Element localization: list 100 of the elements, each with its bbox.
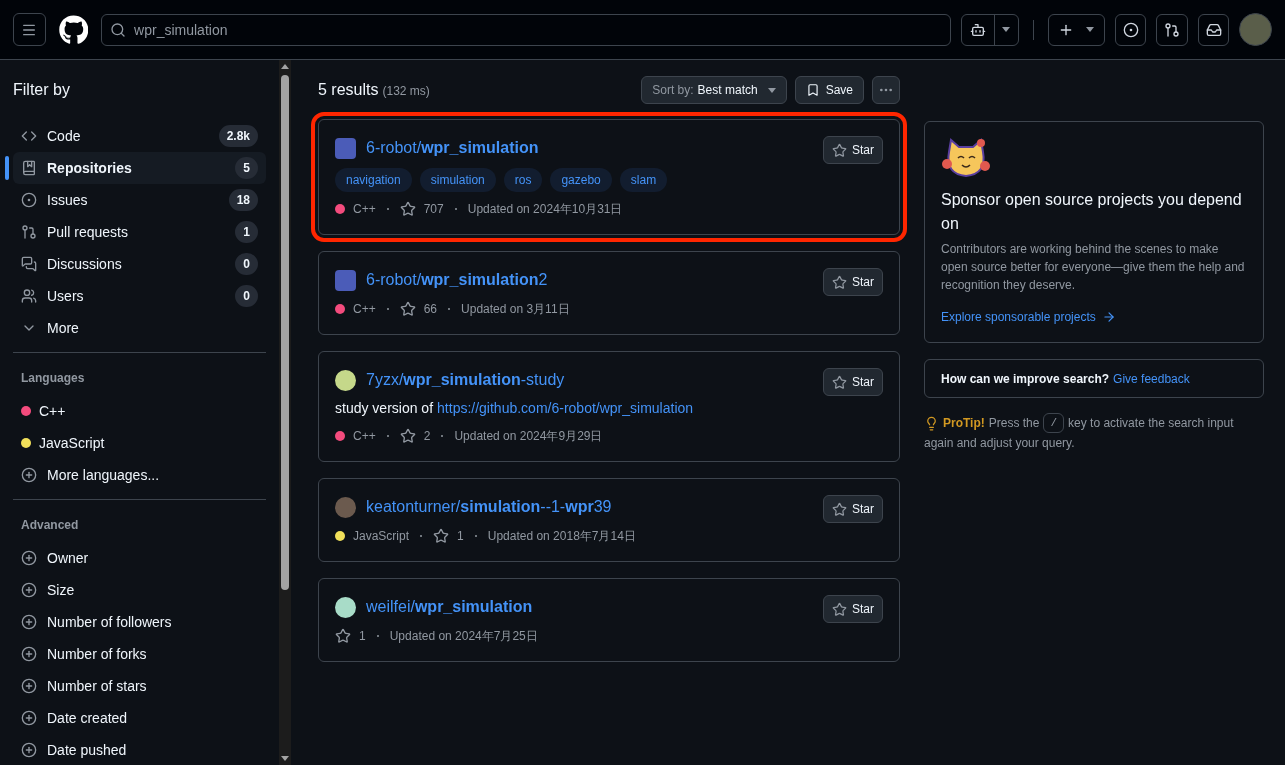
updated-date: Updated on 3月11日	[461, 301, 570, 318]
scroll-up-arrow-icon[interactable]	[281, 64, 289, 69]
scrollbar[interactable]	[279, 60, 291, 765]
plus-circle-icon	[21, 550, 37, 566]
language-label: C++	[353, 301, 376, 318]
selected-indicator	[5, 156, 9, 180]
arrow-right-icon	[1101, 310, 1116, 324]
topic-tag[interactable]: gazebo	[550, 168, 612, 192]
count-badge: 0	[235, 253, 258, 275]
issues-button[interactable]	[1114, 13, 1147, 46]
plus-circle-icon	[21, 678, 37, 694]
star-count[interactable]: 1	[359, 627, 366, 645]
star-button[interactable]: Star	[823, 368, 883, 396]
plus-circle-icon	[21, 742, 37, 758]
filter-item[interactable]: Discussions 0	[13, 248, 266, 280]
advanced-filter-item[interactable]: Number of followers	[13, 606, 266, 638]
owner-avatar	[335, 269, 356, 291]
star-button[interactable]: Star	[823, 136, 883, 164]
repository-link[interactable]: 7yzx/wpr_simulation-study	[366, 368, 565, 392]
logo-icon[interactable]	[58, 14, 89, 45]
count-badge: 18	[228, 189, 258, 211]
advanced-filter-item[interactable]: Number of forks	[13, 638, 266, 670]
star-count[interactable]: 66	[423, 300, 438, 318]
count-badge: 2.8k	[218, 125, 258, 147]
topic-tag[interactable]: slam	[619, 168, 668, 192]
star-icon	[433, 528, 450, 544]
create-button[interactable]	[1047, 13, 1105, 46]
star-icon	[399, 428, 416, 444]
filter-item[interactable]: Pull requests 1	[13, 216, 266, 248]
advanced-filter-item[interactable]: Date pushed	[13, 734, 266, 765]
updated-date: Updated on 2024年9月29日	[454, 428, 603, 445]
star-icon	[832, 274, 847, 290]
filter-item[interactable]: Users 0	[13, 280, 266, 312]
description-link[interactable]: https://github.com/6-robot/wpr_simulation	[437, 398, 694, 419]
repository-link[interactable]: 6-robot/wpr_simulation2	[366, 268, 548, 292]
sort-dropdown[interactable]: Sort by: Best match	[641, 76, 787, 104]
explore-link[interactable]: Explore sponsorable projects	[941, 308, 1116, 326]
star-icon	[335, 628, 351, 644]
repository-link[interactable]: 6-robot/wpr_simulation	[366, 136, 539, 160]
star-count[interactable]: 2	[423, 427, 431, 445]
pull-requests-button[interactable]	[1156, 13, 1188, 46]
scrollbar-thumb[interactable]	[281, 75, 289, 590]
filter-item[interactable]: Issues 18	[13, 184, 266, 216]
star-icon	[832, 501, 847, 517]
topic-tag[interactable]: navigation	[335, 168, 412, 192]
circle-dot-icon	[1122, 21, 1139, 38]
inbox-icon	[1205, 21, 1222, 38]
topic-tag[interactable]: simulation	[419, 168, 496, 192]
plus-circle-icon	[21, 646, 37, 662]
more-languages-item[interactable]: More languages...	[13, 459, 266, 491]
feedback-question: How can we improve search?	[941, 370, 1110, 388]
protip-label: ProTip!	[943, 415, 985, 432]
advanced-filter-item[interactable]: Date created	[13, 702, 266, 734]
protip-text: again and adjust your query.	[924, 435, 1076, 452]
protip-text: key to activate the search input	[1068, 415, 1234, 432]
more-item[interactable]: More	[13, 312, 266, 344]
caret-icon	[1086, 27, 1095, 32]
language-label: C++	[353, 201, 376, 218]
user-avatar[interactable]	[1239, 13, 1272, 46]
save-button[interactable]: Save	[794, 76, 864, 104]
updated-date: Updated on 2024年7月25日	[389, 628, 538, 645]
star-button[interactable]: Star	[823, 495, 883, 523]
star-button[interactable]: Star	[823, 595, 883, 623]
search-field[interactable]: wpr_simulation	[101, 13, 951, 46]
star-button[interactable]: Star	[823, 268, 883, 296]
owner-avatar	[335, 369, 356, 391]
repository-link[interactable]: weilfei/wpr_simulation	[366, 595, 533, 619]
language-item[interactable]: C++	[13, 395, 266, 427]
filter-item[interactable]: Code 2.8k	[13, 120, 266, 152]
star-count[interactable]: 707	[423, 200, 444, 218]
star-count[interactable]: 1	[457, 527, 464, 545]
feedback-link[interactable]: Give feedback	[1113, 369, 1190, 388]
key-hint: /	[1043, 413, 1065, 433]
search-icon	[110, 21, 127, 38]
caret-icon	[767, 87, 776, 93]
star-icon	[832, 374, 847, 390]
advanced-filter-item[interactable]: Number of stars	[13, 670, 266, 702]
language-item[interactable]: JavaScript	[13, 427, 266, 459]
sponsor-description: Contributors are working behind the scenes to make open source better for everyone—give them the help and recognition they deserve.	[941, 241, 1246, 294]
cat-mascot-icon	[941, 138, 991, 178]
topic-tag[interactable]: ros	[503, 168, 543, 192]
section-heading: Languages	[20, 370, 86, 387]
repository-link[interactable]: keatonturner/simulation--1-wpr39	[366, 495, 612, 519]
updated-date: Updated on 2024年10月31日	[467, 201, 623, 218]
count-badge: 5	[235, 157, 258, 179]
description-text: study version of	[335, 399, 434, 418]
copilot-button[interactable]	[960, 13, 1019, 46]
plus-circle-icon	[21, 710, 37, 726]
star-icon	[399, 201, 416, 217]
language-label: C++	[353, 428, 376, 445]
advanced-filter-item[interactable]: Owner	[13, 542, 266, 574]
inbox-button[interactable]	[1197, 13, 1230, 46]
owner-avatar	[335, 137, 356, 159]
advanced-filter-item[interactable]: Size	[13, 574, 266, 606]
language-label: JavaScript	[353, 528, 410, 545]
menu-button[interactable]	[13, 13, 46, 46]
plus-circle-icon	[21, 582, 37, 598]
scroll-down-arrow-icon[interactable]	[281, 756, 289, 761]
star-icon	[832, 601, 847, 617]
caret-icon	[1002, 27, 1011, 32]
